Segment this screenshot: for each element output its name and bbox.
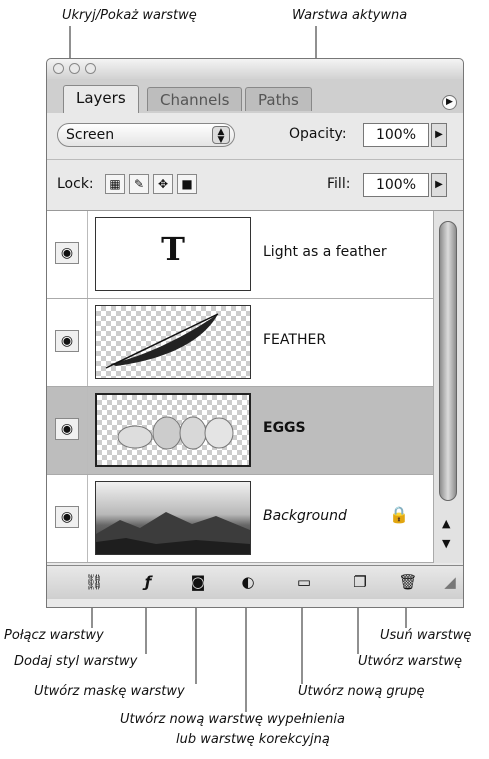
callout-link-layers: Połącz warstwy bbox=[4, 628, 104, 643]
lock-image-pixels-icon[interactable]: ✎ bbox=[129, 174, 149, 194]
layer-thumbnail-text: T bbox=[95, 217, 251, 291]
callout-active-layer: Warstwa aktywna bbox=[292, 8, 408, 23]
blend-mode-select[interactable]: Screen ▲ ▼ bbox=[57, 123, 235, 147]
close-window-button[interactable] bbox=[53, 63, 64, 74]
layers-bottom-toolbar: ⛓ ƒ ◙ ◐ ▭ ❐ 🗑 ◢ bbox=[47, 565, 463, 599]
callout-new-fill-adjustment-2: lub warstwę korekcyjną bbox=[176, 732, 330, 747]
callout-toggle-visibility: Ukryj/Pokaż warstwę bbox=[62, 8, 197, 23]
mask-icon[interactable]: ◙ bbox=[187, 572, 209, 592]
link-icon[interactable]: ⛓ bbox=[83, 572, 105, 592]
feather-image bbox=[105, 313, 219, 369]
layers-list: ◉ T Light as a feather ◉ FEATHER ◉ EGGS … bbox=[47, 211, 433, 563]
lock-all-icon[interactable]: ■ bbox=[177, 174, 197, 194]
layer-thumbnail-eggs bbox=[95, 393, 251, 467]
opacity-slider-button[interactable]: ▶ bbox=[431, 123, 447, 147]
opacity-label: Opacity: bbox=[289, 126, 347, 142]
fill-field[interactable]: 100% bbox=[363, 173, 429, 197]
panel-tabs: Layers Channels Paths ▶ bbox=[47, 79, 463, 113]
zoom-window-button[interactable] bbox=[85, 63, 96, 74]
row-divider bbox=[87, 211, 88, 298]
eye-icon[interactable]: ◉ bbox=[55, 418, 79, 440]
layer-name[interactable]: FEATHER bbox=[263, 332, 326, 348]
scrollbar-thumb[interactable] bbox=[439, 221, 457, 501]
opacity-field[interactable]: 100% bbox=[363, 123, 429, 147]
new-layer-icon[interactable]: ❐ bbox=[349, 572, 371, 592]
panel-menu-button[interactable]: ▶ bbox=[442, 95, 457, 110]
eggs-image bbox=[117, 416, 234, 450]
folder-icon[interactable]: ▭ bbox=[293, 572, 315, 592]
fill-slider-button[interactable]: ▶ bbox=[431, 173, 447, 197]
layer-thumbnail-feather bbox=[95, 305, 251, 379]
layer-row-feather[interactable]: ◉ FEATHER bbox=[47, 299, 433, 387]
callout-new-group: Utwórz nową grupę bbox=[298, 684, 425, 699]
layer-name[interactable]: Background bbox=[263, 508, 347, 524]
eye-icon[interactable]: ◉ bbox=[55, 330, 79, 352]
resize-grip-icon[interactable]: ◢ bbox=[439, 572, 461, 592]
layer-row-eggs[interactable]: ◉ EGGS bbox=[47, 387, 433, 475]
tab-paths[interactable]: Paths bbox=[245, 87, 312, 111]
blend-opacity-row: Screen ▲ ▼ Opacity: 100% ▶ bbox=[47, 119, 463, 155]
layer-thumbnail-background bbox=[95, 481, 251, 555]
eye-icon[interactable]: ◉ bbox=[55, 242, 79, 264]
callout-add-layer-style: Dodaj styl warstwy bbox=[14, 654, 138, 669]
blend-mode-value: Screen bbox=[66, 127, 115, 143]
title-bar bbox=[47, 59, 463, 80]
layer-name[interactable]: EGGS bbox=[263, 420, 306, 436]
layers-panel: Layers Channels Paths ▶ Screen ▲ ▼ Opacit… bbox=[46, 58, 464, 608]
callout-add-layer-mask: Utwórz maskę warstwy bbox=[34, 684, 185, 699]
lock-position-icon[interactable]: ✥ bbox=[153, 174, 173, 194]
layer-name[interactable]: Light as a feather bbox=[263, 244, 387, 260]
layer-row-background[interactable]: ◉ Background 🔒 bbox=[47, 475, 433, 563]
callout-new-fill-adjustment-1: Utwórz nową warstwę wypełnienia bbox=[120, 712, 345, 727]
layer-row-light-as-a-feather[interactable]: ◉ T Light as a feather bbox=[47, 211, 433, 299]
tab-channels[interactable]: Channels bbox=[147, 87, 243, 111]
layers-scrollbar[interactable]: ▲ ▼ bbox=[433, 211, 463, 563]
lock-icon: 🔒 bbox=[389, 505, 409, 524]
callout-delete-layer: Usuń warstwę bbox=[380, 628, 472, 643]
row-divider bbox=[87, 475, 88, 562]
scroll-down-arrow-icon[interactable]: ▼ bbox=[442, 537, 450, 550]
row-divider bbox=[87, 387, 88, 474]
fill-label: Fill: bbox=[327, 176, 351, 192]
minimize-window-button[interactable] bbox=[69, 63, 80, 74]
scroll-up-arrow-icon[interactable]: ▲ bbox=[442, 517, 450, 530]
callout-new-layer: Utwórz warstwę bbox=[358, 654, 462, 669]
text-layer-glyph: T bbox=[161, 230, 185, 268]
row-divider bbox=[87, 299, 88, 386]
eye-icon[interactable]: ◉ bbox=[55, 506, 79, 528]
adjustment-icon[interactable]: ◐ bbox=[237, 572, 259, 592]
lock-fill-row: Lock: ▦ ✎ ✥ ■ Fill: 100% ▶ bbox=[47, 159, 463, 211]
mountain-image bbox=[96, 512, 250, 554]
fx-icon[interactable]: ƒ bbox=[137, 572, 159, 592]
lock-transparent-pixels-icon[interactable]: ▦ bbox=[105, 174, 125, 194]
updown-arrows-icon: ▲ ▼ bbox=[212, 126, 230, 145]
tab-layers[interactable]: Layers bbox=[63, 85, 139, 113]
trash-icon[interactable]: 🗑 bbox=[397, 572, 419, 592]
lock-label: Lock: bbox=[57, 176, 94, 192]
